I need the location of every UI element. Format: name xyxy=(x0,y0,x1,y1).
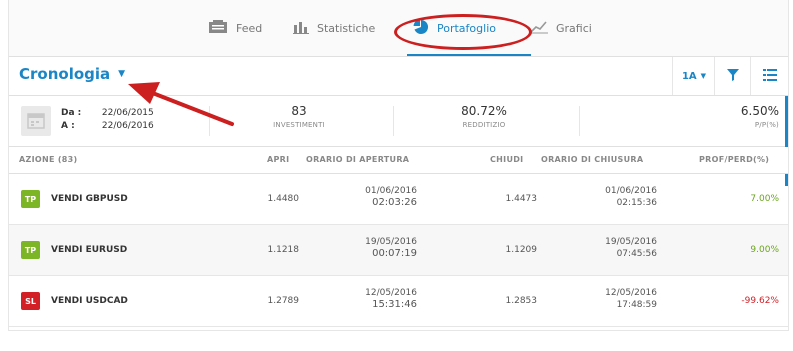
history-dropdown[interactable]: Cronologia ▼ xyxy=(19,65,125,83)
close-date: 12/05/2016 xyxy=(605,288,657,298)
investments-value: 83 xyxy=(291,104,307,118)
open-price: 1.1218 xyxy=(267,245,300,255)
stop-loss-badge: SL xyxy=(21,292,40,310)
close-date: 01/06/2016 xyxy=(605,186,657,196)
take-profit-badge: TP xyxy=(21,190,40,208)
portfolio-panel: Feed Statistiche Portafoglio Grafici Cro… xyxy=(8,0,789,331)
period-dropdown[interactable]: 1A ▼ xyxy=(672,57,715,95)
column-header-profit-loss[interactable]: PROF/PERD(%) xyxy=(699,155,769,164)
column-header-open-time[interactable]: ORARIO DI APERTURA xyxy=(306,155,409,164)
close-price: 1.4473 xyxy=(505,194,538,204)
column-header-close[interactable]: CHIUDI xyxy=(490,155,523,164)
date-to-value: 22/06/2016 xyxy=(101,121,154,131)
open-datetime: 12/05/2016 15:31:46 xyxy=(309,287,417,311)
table-header: AZIONE (83) APRI ORARIO DI APERTURA CHIU… xyxy=(9,147,788,174)
divider xyxy=(393,106,394,136)
calendar-icon[interactable] xyxy=(21,106,51,136)
close-datetime: 19/05/2016 07:45:56 xyxy=(549,236,657,260)
column-header-close-time[interactable]: ORARIO DI CHIUSURA xyxy=(541,155,643,164)
close-time: 02:15:36 xyxy=(616,198,657,208)
tab-portafoglio[interactable]: Portafoglio xyxy=(413,14,496,42)
open-time: 02:03:26 xyxy=(372,197,417,208)
date-from-value: 22/06/2015 xyxy=(101,108,154,118)
section-header: Cronologia ▼ 1A ▼ xyxy=(9,57,788,96)
feed-icon xyxy=(208,19,228,37)
open-date: 19/05/2016 xyxy=(365,237,417,247)
line-chart-icon xyxy=(530,20,548,37)
return-label: REDDITIZIO xyxy=(462,121,506,129)
date-to: A : 22/06/2016 xyxy=(61,121,154,131)
tab-portafoglio-label: Portafoglio xyxy=(437,21,496,35)
date-to-label: A : xyxy=(61,121,75,131)
asset-name: VENDI USDCAD xyxy=(51,296,128,306)
pie-chart-icon xyxy=(413,19,429,38)
table-row[interactable]: TP VENDI GBPUSD 1.4480 01/06/2016 02:03:… xyxy=(9,174,788,225)
close-price: 1.1209 xyxy=(505,245,538,255)
column-header-open[interactable]: APRI xyxy=(267,155,289,164)
bar-chart-icon xyxy=(293,20,309,37)
open-time: 15:31:46 xyxy=(372,299,417,310)
close-time: 07:45:56 xyxy=(616,249,657,259)
profit-loss-value: 7.00% xyxy=(750,194,779,204)
list-view-button[interactable] xyxy=(750,57,789,95)
open-price: 1.2789 xyxy=(267,296,300,306)
close-price: 1.2853 xyxy=(505,296,538,306)
return-value: 80.72% xyxy=(461,104,507,118)
open-datetime: 01/06/2016 02:03:26 xyxy=(309,185,417,209)
close-datetime: 12/05/2016 17:48:59 xyxy=(549,287,657,311)
profit-loss-value: 9.00% xyxy=(750,245,779,255)
page-title: Cronologia xyxy=(19,65,111,83)
open-time: 00:07:19 xyxy=(372,248,417,259)
divider xyxy=(579,106,580,136)
date-from-label: Da : xyxy=(61,108,82,118)
close-date: 19/05/2016 xyxy=(605,237,657,247)
table-row[interactable]: TP VENDI EURUSD 1.1218 19/05/2016 00:07:… xyxy=(9,225,788,276)
divider xyxy=(209,106,210,136)
tab-grafici[interactable]: Grafici xyxy=(530,14,592,42)
chevron-down-icon: ▼ xyxy=(700,72,707,80)
tab-statistiche-label: Statistiche xyxy=(317,21,376,35)
pl-label: P/P(%) xyxy=(754,121,779,129)
stat-profit-loss: 6.50% P/P(%) xyxy=(699,104,779,129)
top-navigation: Feed Statistiche Portafoglio Grafici xyxy=(9,0,788,57)
pl-value: 6.50% xyxy=(740,104,779,118)
open-date: 01/06/2016 xyxy=(365,186,417,196)
open-date: 12/05/2016 xyxy=(365,288,417,298)
filter-icon xyxy=(727,68,739,84)
list-icon xyxy=(763,68,777,84)
chevron-down-icon: ▼ xyxy=(118,69,126,79)
tab-feed-label: Feed xyxy=(236,21,263,35)
investments-label: INVESTIMENTI xyxy=(273,121,325,129)
table-row[interactable]: SL VENDI USDCAD 1.2789 12/05/2016 15:31:… xyxy=(9,276,788,327)
tab-feed[interactable]: Feed xyxy=(208,14,262,42)
active-tab-indicator xyxy=(407,54,531,56)
close-time: 17:48:59 xyxy=(616,300,657,310)
tab-grafici-label: Grafici xyxy=(556,21,592,35)
open-datetime: 19/05/2016 00:07:19 xyxy=(309,236,417,260)
profit-loss-value: -99.62% xyxy=(741,296,779,306)
filter-button[interactable] xyxy=(714,57,751,95)
date-from: Da : 22/06/2015 xyxy=(61,108,154,118)
asset-name: VENDI GBPUSD xyxy=(51,194,128,204)
column-header-asset[interactable]: AZIONE (83) xyxy=(19,155,77,164)
summary-bar: Da : 22/06/2015 A : 22/06/2016 83 INVEST… xyxy=(9,96,788,147)
asset-name: VENDI EURUSD xyxy=(51,245,128,255)
period-label: 1A xyxy=(681,70,697,82)
stat-return: 80.72% REDDITIZIO xyxy=(444,104,524,129)
open-price: 1.4480 xyxy=(267,194,300,204)
close-datetime: 01/06/2016 02:15:36 xyxy=(549,185,657,209)
tab-statistiche[interactable]: Statistiche xyxy=(293,14,375,42)
take-profit-badge: TP xyxy=(21,241,40,259)
stat-investments: 83 INVESTIMENTI xyxy=(259,104,339,129)
